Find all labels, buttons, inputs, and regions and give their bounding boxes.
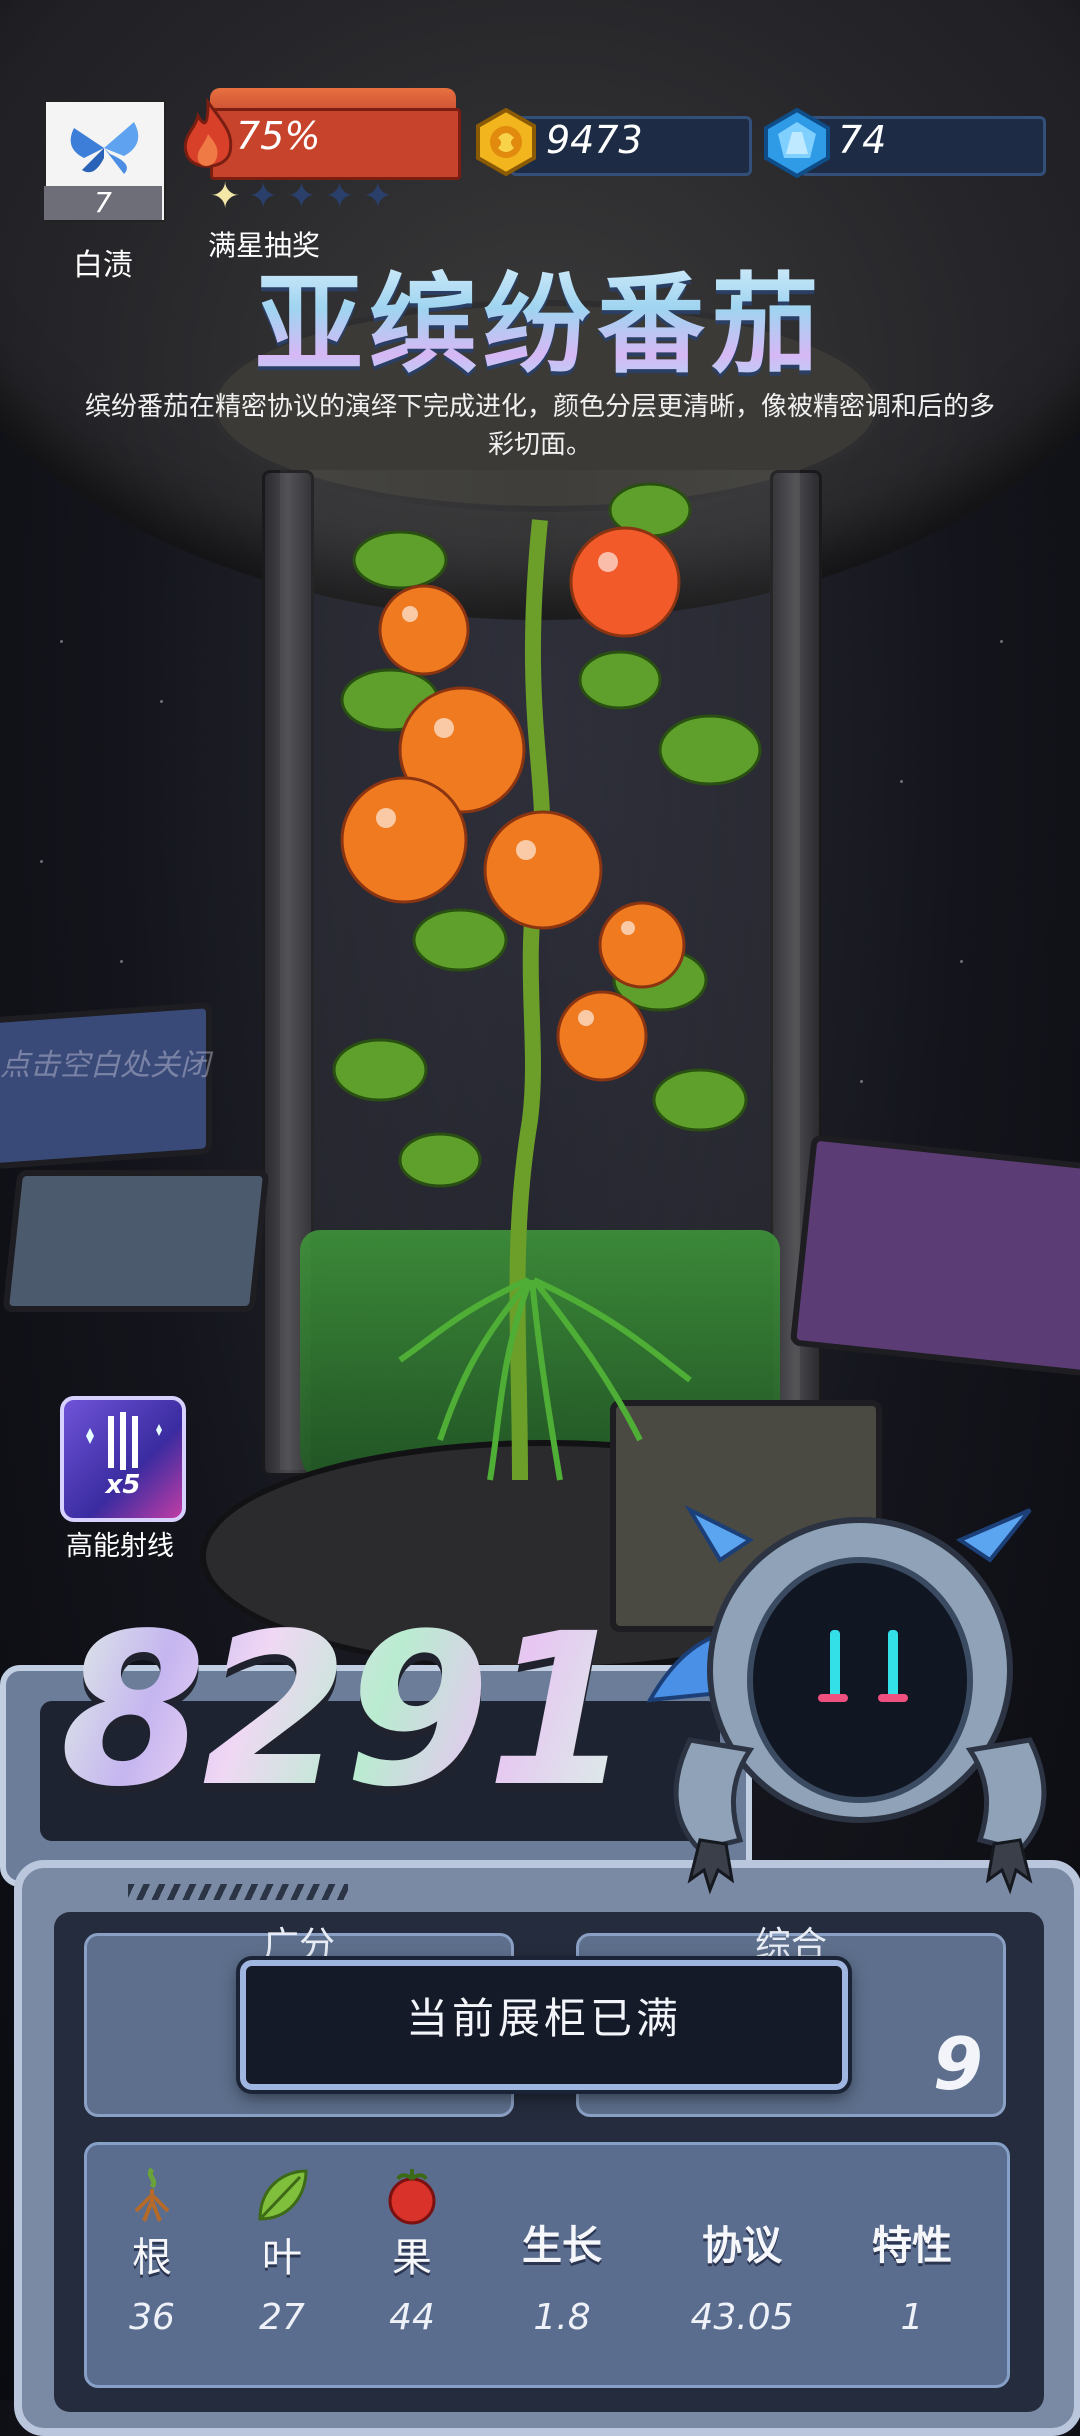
gem-amount: 74 xyxy=(838,118,887,162)
leaf-icon xyxy=(258,2169,308,2221)
score-value: 8291 xyxy=(60,1588,632,1833)
blue-gem-icon xyxy=(764,108,830,178)
star-rating: ✦ ✦ ✦ ✦ ✦ xyxy=(210,176,393,217)
attributes-box: 根 36 叶 27 果 44 生长 1.8 协议 43.05 特性 1 xyxy=(84,2142,1010,2388)
fruit-icon xyxy=(388,2169,436,2225)
attr-protocol-value: 43.05 xyxy=(690,2297,794,2338)
attr-growth: 生长 1.8 xyxy=(477,2145,647,2385)
robot-mascot[interactable] xyxy=(630,1480,1080,1900)
attr-leaf-label: 叶 xyxy=(262,2235,302,2281)
plant-title: 亚缤纷番茄 xyxy=(0,238,1080,394)
attr-fruit-label: 果 xyxy=(392,2235,432,2281)
skill-multiplier: x5 xyxy=(105,1470,141,1500)
attr-protocol: 协议 43.05 xyxy=(657,2145,827,2385)
gem-counter[interactable] xyxy=(800,116,1046,176)
attr-root: 根 36 xyxy=(87,2145,217,2385)
attr-trait: 特性 1 xyxy=(827,2145,997,2385)
attr-trait-value: 1 xyxy=(900,2297,924,2338)
root-icon xyxy=(134,2167,170,2222)
left-console xyxy=(2,1170,270,1312)
left-monitor xyxy=(0,1001,212,1171)
attr-trait-label: 特性 xyxy=(872,2223,952,2269)
attr-fruit: 果 44 xyxy=(347,2145,477,2385)
tomato-plant-illustration xyxy=(332,482,762,1481)
star-icon-1: ✦ xyxy=(210,176,241,217)
star-icon-5: ✦ xyxy=(362,176,393,217)
player-level: 7 xyxy=(44,186,162,220)
panel-hatching xyxy=(128,1884,348,1900)
attr-growth-value: 1.8 xyxy=(533,2297,591,2338)
display-full-toast: 当前展柜已满 xyxy=(240,1960,848,2090)
right-monitor xyxy=(789,1134,1080,1378)
toast-text: 当前展柜已满 xyxy=(405,1994,682,2043)
star-icon-2: ✦ xyxy=(248,176,279,217)
gold-coin-icon xyxy=(476,108,536,176)
star-icon-3: ✦ xyxy=(286,176,317,217)
attr-protocol-label: 协议 xyxy=(702,2223,782,2269)
attr-root-value: 36 xyxy=(129,2297,175,2338)
attr-fruit-value: 44 xyxy=(389,2297,435,2338)
attr-growth-label: 生长 xyxy=(522,2223,602,2269)
coin-amount: 9473 xyxy=(546,118,643,162)
attr-leaf: 叶 27 xyxy=(217,2145,347,2385)
blue-butterfly-icon xyxy=(70,122,139,174)
star-icon-4: ✦ xyxy=(324,176,355,217)
skill-label: 高能射线 xyxy=(66,1531,174,1562)
plant-description: 缤纷番茄在精密协议的演绎下完成进化，颜色分层更清晰，像被精密调和后的多彩切面。 xyxy=(84,392,995,460)
close-hint: 点击空白处关闭 xyxy=(0,1048,210,1083)
energy-percent: 75% xyxy=(236,114,321,158)
attr-root-label: 根 xyxy=(132,2235,172,2281)
energy-beam-skill[interactable]: x5 xyxy=(60,1396,186,1522)
attr-leaf-value: 27 xyxy=(259,2297,305,2338)
flame-icon xyxy=(183,98,233,168)
